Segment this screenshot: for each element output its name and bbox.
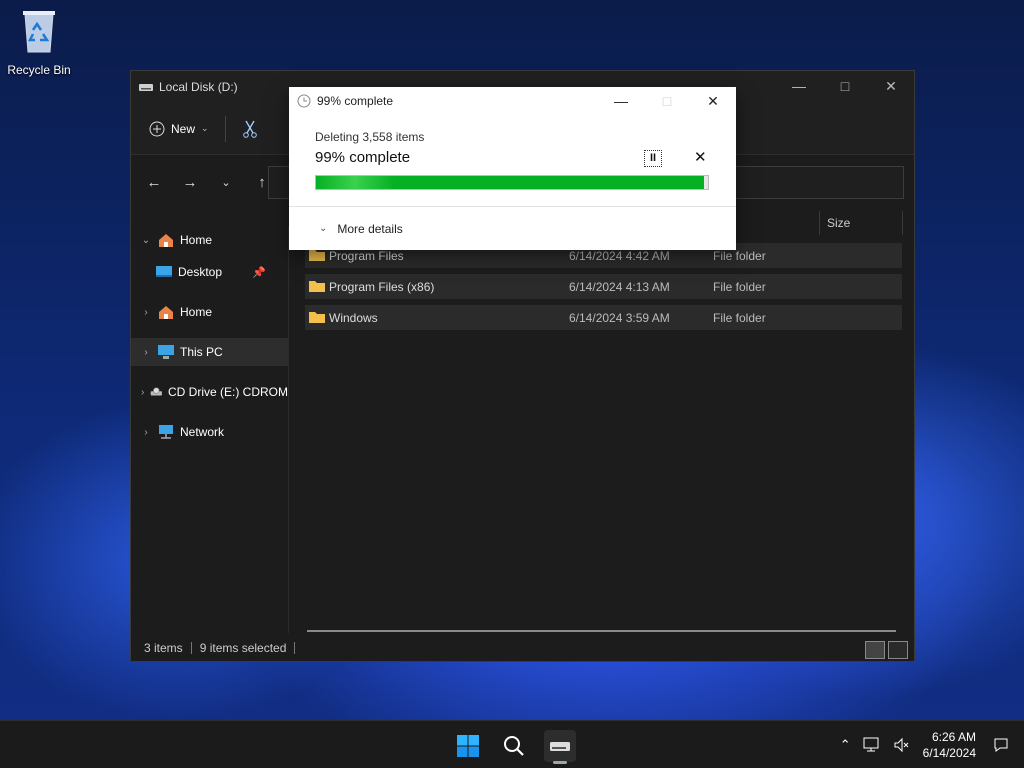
dialog-body: Deleting 3,558 items 99% complete II ✕ [289, 115, 736, 205]
drive-icon [550, 742, 570, 751]
more-details-label: More details [337, 221, 403, 236]
new-button-label: New [171, 121, 196, 136]
notification-icon[interactable] [992, 736, 1010, 754]
cut-icon[interactable] [242, 120, 258, 138]
clock-time: 6:26 AM [931, 730, 976, 744]
delete-progress-dialog: 99% complete — □ ✕ Deleting 3,558 items … [289, 87, 736, 250]
chevron-up-icon[interactable]: ⌃ [840, 737, 851, 753]
sidebar-item-desktop[interactable]: Desktop 📌 [131, 258, 288, 286]
plus-circle-icon [149, 121, 165, 136]
size-column-header[interactable]: Size [827, 216, 850, 230]
file-date: 6/14/2024 3:59 AM [569, 310, 670, 325]
desktop-icon [156, 266, 172, 277]
file-type: File folder [713, 248, 766, 263]
clock-date: 6/14/2024 [922, 746, 976, 760]
pin-icon[interactable]: 📌 [252, 266, 266, 279]
sidebar-item-label: Home [180, 305, 213, 319]
file-date: 6/14/2024 4:13 AM [569, 279, 670, 294]
desktop-icon-label: Recycle Bin [7, 63, 71, 77]
sidebar-item-this-pc[interactable]: › This PC [131, 338, 288, 366]
file-explorer-taskbar-button[interactable] [544, 730, 576, 764]
sidebar-item-network[interactable]: › Network [131, 418, 288, 446]
separator [224, 115, 226, 142]
pc-icon [158, 345, 174, 359]
chevron-down-icon: ⌄ [201, 123, 209, 133]
home-icon [159, 234, 173, 247]
chevron-down-icon: ⌄ [319, 223, 328, 234]
progress-bar [315, 175, 709, 190]
maximize-button[interactable]: □ [822, 71, 868, 101]
dialog-title: 99% complete [317, 94, 394, 108]
table-row[interactable]: Windows 6/14/2024 3:59 AM File folder [305, 305, 902, 330]
network-status-icon[interactable] [863, 737, 881, 753]
sidebar-item-home[interactable]: ⌄ Home [131, 226, 288, 254]
clock[interactable]: 6:26 AM 6/14/2024 [923, 729, 976, 761]
volume-muted-icon[interactable] [893, 737, 911, 753]
sidebar-item-label: Network [180, 425, 225, 439]
horizontal-scrollbar[interactable] [307, 630, 896, 632]
table-row[interactable]: Program Files (x86) 6/14/2024 4:13 AM Fi… [305, 274, 902, 299]
drive-icon [139, 84, 153, 91]
separator [294, 642, 296, 654]
sidebar-item-label: Desktop [178, 265, 223, 279]
forward-arrow-icon[interactable]: → [181, 174, 199, 191]
close-button[interactable]: ✕ [868, 71, 914, 101]
column-divider[interactable] [902, 211, 903, 235]
pause-button[interactable]: II [644, 150, 662, 167]
file-type: File folder [713, 310, 766, 325]
explorer-title: Local Disk (D:) [159, 80, 238, 94]
desktop-icon-recycle-bin[interactable]: Recycle Bin [6, 8, 72, 77]
folder-icon [309, 281, 325, 292]
chevron-down-icon[interactable]: ⌄ [135, 235, 157, 246]
column-divider[interactable] [819, 211, 820, 235]
operation-description: Deleting 3,558 items [315, 130, 425, 144]
dialog-titlebar[interactable]: 99% complete — □ ✕ [289, 87, 736, 115]
taskbar: ⌃ 6:26 AM 6/14/2024 [0, 720, 1024, 768]
home-icon [159, 306, 173, 319]
file-type: File folder [713, 279, 766, 294]
chevron-right-icon[interactable]: › [135, 307, 157, 318]
progress-bar-fill [316, 176, 705, 189]
close-button[interactable]: ✕ [690, 87, 736, 115]
new-button[interactable]: New ⌄ [149, 121, 209, 137]
file-name: Windows [329, 310, 378, 325]
selected-count: 9 items selected [199, 641, 287, 655]
system-tray: ⌃ 6:26 AM 6/14/2024 [840, 721, 1010, 768]
cd-drive-icon [151, 387, 163, 396]
network-icon [159, 425, 173, 439]
search-button[interactable] [498, 730, 530, 762]
minimize-button[interactable]: — [776, 71, 822, 101]
back-arrow-icon[interactable]: ← [145, 174, 163, 191]
search-icon [504, 736, 524, 756]
status-bar: 3 items 9 items selected [131, 635, 914, 661]
details-view-icon[interactable] [865, 641, 885, 659]
sidebar-item-label: This PC [180, 345, 223, 359]
chevron-right-icon[interactable]: › [135, 427, 157, 438]
item-count: 3 items [144, 641, 183, 655]
separator [190, 642, 192, 654]
navigation-pane: ⌄ Home Desktop 📌 › Home › This PC › CD D… [131, 226, 289, 633]
start-button[interactable] [452, 730, 484, 762]
recent-chevron-icon[interactable]: ⌄ [217, 176, 235, 189]
sidebar-item-label: Home [180, 233, 213, 247]
file-name: Program Files (x86) [329, 279, 435, 294]
taskbar-apps [452, 730, 576, 764]
file-date: 6/14/2024 4:42 AM [569, 248, 670, 263]
maximize-button: □ [662, 93, 672, 109]
sidebar-item-home-2[interactable]: › Home [131, 298, 288, 326]
chevron-right-icon[interactable]: › [135, 387, 150, 398]
cancel-button[interactable]: ✕ [694, 148, 707, 166]
windows-logo-icon [457, 735, 479, 757]
tiles-view-icon[interactable] [888, 641, 908, 659]
file-name: Program Files [329, 248, 404, 263]
chevron-right-icon[interactable]: › [135, 347, 157, 358]
folder-icon [309, 312, 325, 323]
more-details-toggle[interactable]: ⌄ More details [289, 206, 736, 250]
minimize-button[interactable]: — [598, 87, 644, 115]
progress-text: 99% complete [315, 149, 411, 166]
clock-icon [297, 94, 311, 108]
recycle-bin-icon [23, 11, 55, 53]
sidebar-item-cd-drive[interactable]: › CD Drive (E:) CDROM [131, 378, 288, 406]
sidebar-item-label: CD Drive (E:) CDROM [168, 385, 288, 399]
